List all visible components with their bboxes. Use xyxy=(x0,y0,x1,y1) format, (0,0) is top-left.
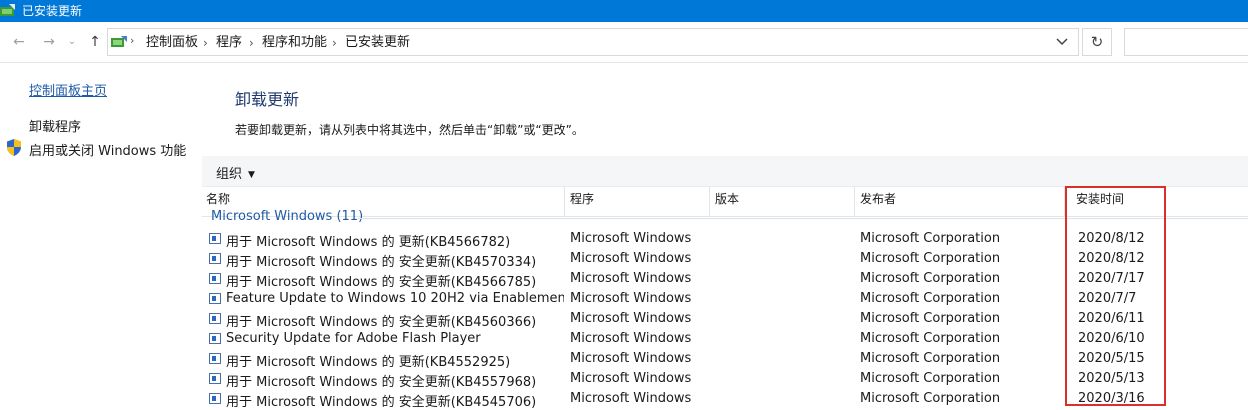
update-program: Microsoft Windows xyxy=(570,251,692,266)
command-bar: 组织 ▼ xyxy=(202,156,1248,187)
breadcrumb-programs[interactable]: 程序 xyxy=(216,35,242,51)
update-publisher: Microsoft Corporation xyxy=(860,371,1001,386)
update-name: 用于 Microsoft Windows 的 安全更新(KB4560366) xyxy=(226,315,537,330)
address-bar[interactable]: › 控制面板 › 程序 › 程序和功能 › 已安装更新 xyxy=(107,28,1079,56)
update-icon xyxy=(209,293,221,304)
navigation-bar: ← → ⌄ ↑ › 控制面板 › 程序 › 程序和功能 › 已安装更新 ↻ xyxy=(0,22,1248,63)
column-header-program[interactable]: 程序 xyxy=(570,190,594,207)
column-divider[interactable] xyxy=(709,186,710,216)
address-dropdown-icon[interactable] xyxy=(1054,33,1070,51)
update-publisher: Microsoft Corporation xyxy=(860,231,1001,246)
update-name: 用于 Microsoft Windows 的 安全更新(KB4570334) xyxy=(226,255,537,270)
update-program: Microsoft Windows xyxy=(570,371,692,386)
forward-arrow-icon[interactable]: → xyxy=(39,32,59,52)
update-program: Microsoft Windows xyxy=(570,331,692,346)
column-divider[interactable] xyxy=(564,186,565,216)
update-program: Microsoft Windows xyxy=(570,271,692,286)
uninstall-program-link[interactable]: 卸载程序 xyxy=(29,116,81,135)
update-program: Microsoft Windows xyxy=(570,351,692,366)
group-header[interactable]: Microsoft Windows (11) xyxy=(211,209,363,224)
installed-updates-icon xyxy=(0,4,15,16)
column-header-version[interactable]: 版本 xyxy=(715,190,739,207)
update-publisher: Microsoft Corporation xyxy=(860,291,1001,306)
update-name: 用于 Microsoft Windows 的 更新(KB4566782) xyxy=(226,235,511,250)
up-arrow-icon[interactable]: ↑ xyxy=(85,32,105,52)
breadcrumb-separator-icon[interactable]: › xyxy=(249,35,254,51)
refresh-icon[interactable]: ↻ xyxy=(1082,28,1112,56)
breadcrumb-root-chevron-icon[interactable]: › xyxy=(130,34,134,47)
column-divider[interactable] xyxy=(854,186,855,216)
organize-button[interactable]: 组织 ▼ xyxy=(216,163,255,182)
update-publisher: Microsoft Corporation xyxy=(860,251,1001,266)
update-program: Microsoft Windows xyxy=(570,311,692,326)
update-publisher: Microsoft Corporation xyxy=(860,331,1001,346)
update-publisher: Microsoft Corporation xyxy=(860,351,1001,366)
window-title: 已安装更新 xyxy=(22,4,83,18)
update-name: 用于 Microsoft Windows 的 更新(KB4552925) xyxy=(226,355,511,370)
left-pane: 控制面板主页 卸载程序 启用或关闭 Windows 功能 xyxy=(0,62,200,400)
breadcrumb-installed-updates[interactable]: 已安装更新 xyxy=(345,35,410,51)
update-publisher: Microsoft Corporation xyxy=(860,271,1001,286)
title-bar: 已安装更新 xyxy=(0,0,1248,22)
search-input[interactable] xyxy=(1124,28,1248,56)
column-header-publisher[interactable]: 发布者 xyxy=(860,190,896,207)
page-description: 若要卸载更新，请从列表中将其选中，然后单击“卸载”或“更改”。 xyxy=(235,123,584,137)
page-title: 卸载更新 xyxy=(235,90,300,109)
update-name: 用于 Microsoft Windows 的 安全更新(KB4557968) xyxy=(226,375,537,390)
windows-features-link[interactable]: 启用或关闭 Windows 功能 xyxy=(29,140,186,159)
update-icon xyxy=(209,253,221,264)
breadcrumb-separator-icon[interactable]: › xyxy=(203,35,208,51)
update-icon xyxy=(209,273,221,284)
back-arrow-icon[interactable]: ← xyxy=(9,32,29,52)
update-icon xyxy=(209,233,221,244)
update-icon xyxy=(209,313,221,324)
breadcrumb-programs-features[interactable]: 程序和功能 xyxy=(262,35,327,51)
update-name: Feature Update to Windows 10 20H2 via En… xyxy=(226,291,564,306)
update-icon xyxy=(209,353,221,364)
control-panel-home-link[interactable]: 控制面板主页 xyxy=(29,80,107,99)
highlight-box xyxy=(1065,186,1166,406)
update-name: Security Update for Adobe Flash Player xyxy=(226,331,481,346)
update-name: 用于 Microsoft Windows 的 安全更新(KB4545706) xyxy=(226,395,537,410)
control-panel-icon xyxy=(111,36,127,47)
update-program: Microsoft Windows xyxy=(570,231,692,246)
chevron-down-icon[interactable]: ⌄ xyxy=(64,32,80,52)
organize-label: 组织 xyxy=(216,167,243,182)
update-icon xyxy=(209,393,221,404)
update-icon xyxy=(209,333,221,344)
update-icon xyxy=(209,373,221,384)
update-program: Microsoft Windows xyxy=(570,391,692,406)
update-publisher: Microsoft Corporation xyxy=(860,311,1001,326)
update-publisher: Microsoft Corporation xyxy=(860,391,1001,406)
breadcrumb-separator-icon[interactable]: › xyxy=(332,35,337,51)
update-program: Microsoft Windows xyxy=(570,291,692,306)
column-header-name[interactable]: 名称 xyxy=(206,190,230,207)
caret-down-icon: ▼ xyxy=(248,169,255,180)
update-name: 用于 Microsoft Windows 的 安全更新(KB4566785) xyxy=(226,275,537,290)
uac-shield-icon xyxy=(7,139,21,156)
breadcrumb-control-panel[interactable]: 控制面板 xyxy=(146,35,198,51)
